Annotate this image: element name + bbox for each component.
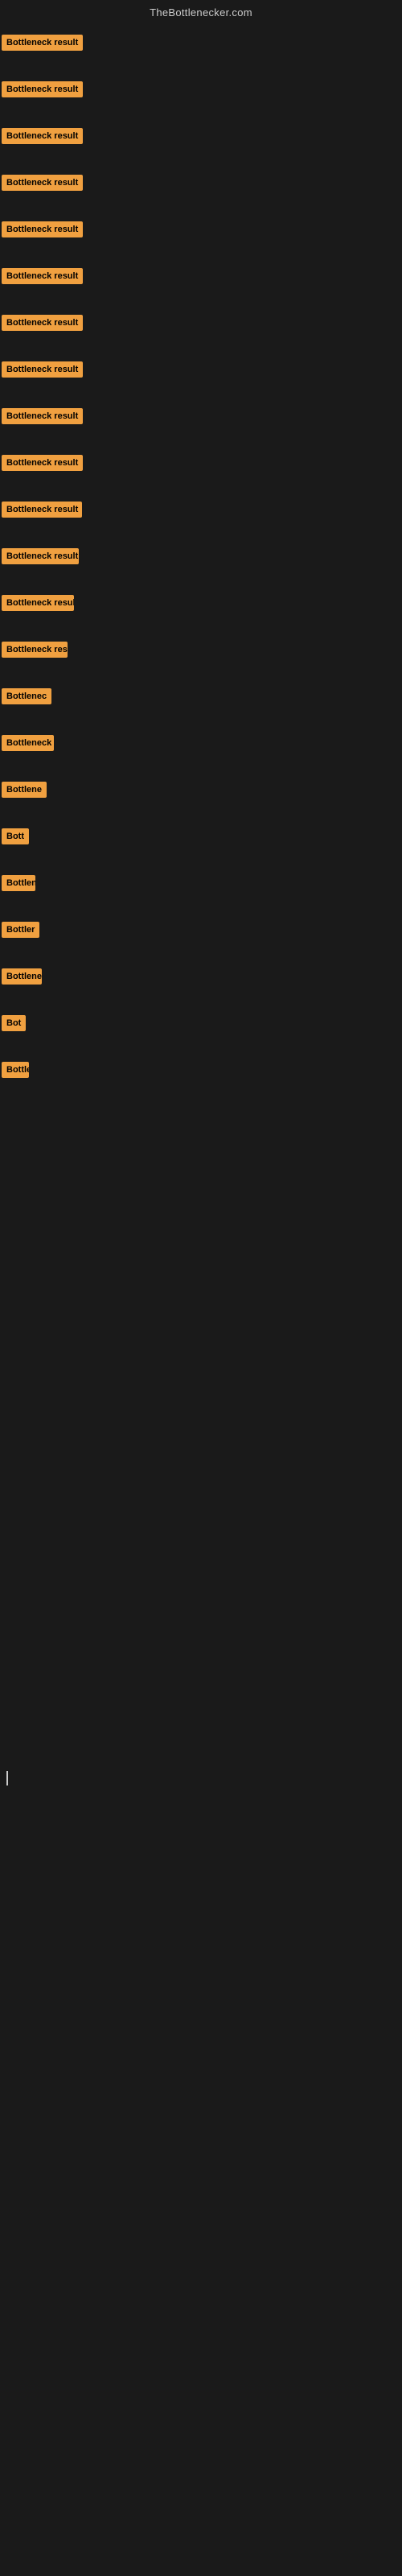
bottleneck-item-12: Bottleneck result bbox=[2, 545, 402, 568]
bottleneck-badge-5[interactable]: Bottleneck result bbox=[2, 221, 83, 237]
bottleneck-badge-20[interactable]: Bottler bbox=[2, 922, 39, 938]
bottleneck-item-4: Bottleneck result bbox=[2, 171, 402, 194]
bottleneck-badge-3[interactable]: Bottleneck result bbox=[2, 128, 83, 144]
bottleneck-badge-6[interactable]: Bottleneck result bbox=[2, 268, 83, 284]
bottleneck-badge-15[interactable]: Bottlenec bbox=[2, 688, 51, 704]
bottleneck-item-8: Bottleneck result bbox=[2, 358, 402, 381]
bottleneck-item-7: Bottleneck result bbox=[2, 312, 402, 334]
site-header: TheBottlenecker.com bbox=[0, 0, 402, 22]
bottleneck-badge-8[interactable]: Bottleneck result bbox=[2, 361, 83, 378]
bottleneck-item-6: Bottleneck result bbox=[2, 265, 402, 287]
cursor-line bbox=[6, 1771, 8, 1785]
bottleneck-badge-16[interactable]: Bottleneck r bbox=[2, 735, 54, 751]
bottleneck-item-17: Bottlene bbox=[2, 778, 402, 801]
bottleneck-badge-23[interactable]: Bottlene bbox=[2, 1062, 29, 1078]
bottleneck-badge-11[interactable]: Bottleneck result bbox=[2, 502, 82, 518]
bottleneck-item-14: Bottleneck res bbox=[2, 638, 402, 661]
bottleneck-item-21: Bottleneck bbox=[2, 965, 402, 988]
bottleneck-item-9: Bottleneck result bbox=[2, 405, 402, 427]
bottleneck-item-5: Bottleneck result bbox=[2, 218, 402, 241]
bottleneck-badge-9[interactable]: Bottleneck result bbox=[2, 408, 83, 424]
bottleneck-badge-10[interactable]: Bottleneck result bbox=[2, 455, 83, 471]
bottleneck-badge-14[interactable]: Bottleneck res bbox=[2, 642, 68, 658]
items-container: Bottleneck result Bottleneck result Bottle… bbox=[0, 22, 402, 1083]
bottleneck-item-1: Bottleneck result bbox=[2, 31, 402, 54]
bottleneck-badge-13[interactable]: Bottleneck result bbox=[2, 595, 74, 611]
bottleneck-item-22: Bot bbox=[2, 1012, 402, 1034]
bottleneck-badge-18[interactable]: Bott bbox=[2, 828, 29, 844]
bottleneck-item-18: Bott bbox=[2, 825, 402, 848]
bottleneck-item-15: Bottlenec bbox=[2, 685, 402, 708]
bottleneck-item-16: Bottleneck r bbox=[2, 732, 402, 754]
site-title: TheBottlenecker.com bbox=[150, 6, 252, 19]
bottleneck-item-23: Bottlene bbox=[2, 1059, 402, 1081]
bottleneck-badge-21[interactable]: Bottleneck bbox=[2, 968, 42, 985]
bottleneck-badge-22[interactable]: Bot bbox=[2, 1015, 26, 1031]
bottleneck-item-2: Bottleneck result bbox=[2, 78, 402, 101]
bottleneck-badge-4[interactable]: Bottleneck result bbox=[2, 175, 83, 191]
bottleneck-item-13: Bottleneck result bbox=[2, 592, 402, 614]
bottleneck-badge-17[interactable]: Bottlene bbox=[2, 782, 47, 798]
bottleneck-item-19: Bottlene bbox=[2, 872, 402, 894]
bottleneck-badge-19[interactable]: Bottlene bbox=[2, 875, 35, 891]
bottleneck-item-11: Bottleneck result bbox=[2, 498, 402, 521]
bottleneck-item-3: Bottleneck result bbox=[2, 125, 402, 147]
bottleneck-badge-7[interactable]: Bottleneck result bbox=[2, 315, 83, 331]
bottleneck-badge-1[interactable]: Bottleneck result bbox=[2, 35, 83, 51]
bottleneck-badge-2[interactable]: Bottleneck result bbox=[2, 81, 83, 97]
bottleneck-badge-12[interactable]: Bottleneck result bbox=[2, 548, 79, 564]
bottleneck-item-10: Bottleneck result bbox=[2, 452, 402, 474]
bottleneck-item-20: Bottler bbox=[2, 919, 402, 941]
